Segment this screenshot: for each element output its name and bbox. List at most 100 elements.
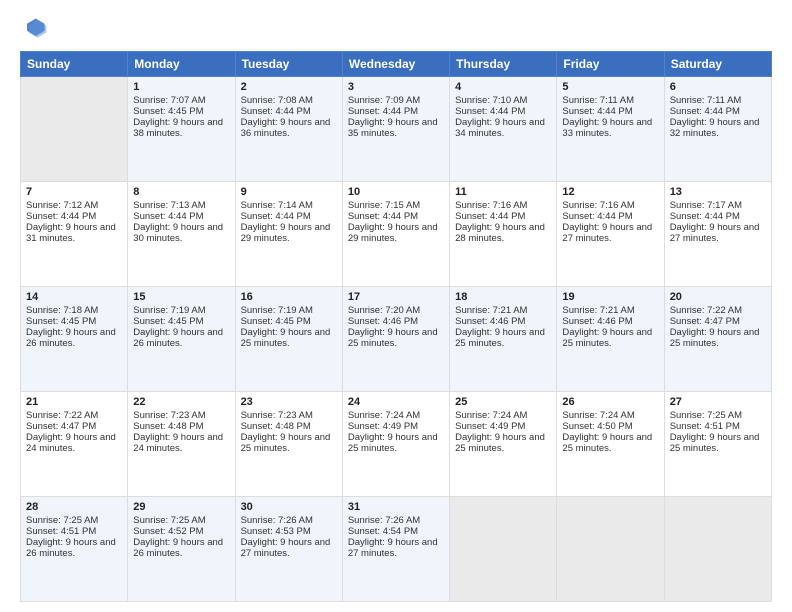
calendar-day-cell: 22Sunrise: 7:23 AMSunset: 4:48 PMDayligh… (128, 392, 235, 497)
sunset-text: Sunset: 4:46 PM (348, 316, 418, 327)
sunset-text: Sunset: 4:44 PM (562, 211, 632, 222)
daylight-text: Daylight: 9 hours and 30 minutes. (133, 222, 223, 244)
calendar-day-cell: 9Sunrise: 7:14 AMSunset: 4:44 PMDaylight… (235, 182, 342, 287)
sunset-text: Sunset: 4:44 PM (133, 211, 203, 222)
calendar-day-cell (21, 77, 128, 182)
daylight-text: Daylight: 9 hours and 25 minutes. (562, 327, 652, 349)
day-number: 1 (133, 81, 229, 93)
sunrise-text: Sunrise: 7:21 AM (455, 305, 527, 316)
calendar-day-cell: 1Sunrise: 7:07 AMSunset: 4:45 PMDaylight… (128, 77, 235, 182)
daylight-text: Daylight: 9 hours and 36 minutes. (241, 117, 331, 139)
sunset-text: Sunset: 4:44 PM (670, 106, 740, 117)
sunrise-text: Sunrise: 7:21 AM (562, 305, 634, 316)
day-number: 31 (348, 501, 444, 513)
sunrise-text: Sunrise: 7:22 AM (26, 410, 98, 421)
weekday-header: Friday (557, 52, 664, 77)
sunset-text: Sunset: 4:44 PM (241, 106, 311, 117)
calendar-day-cell (450, 497, 557, 602)
calendar-week-row: 14Sunrise: 7:18 AMSunset: 4:45 PMDayligh… (21, 287, 772, 392)
sunset-text: Sunset: 4:44 PM (562, 106, 632, 117)
calendar-day-cell: 15Sunrise: 7:19 AMSunset: 4:45 PMDayligh… (128, 287, 235, 392)
weekday-header: Wednesday (342, 52, 449, 77)
logo (20, 15, 50, 43)
daylight-text: Daylight: 9 hours and 25 minutes. (670, 432, 760, 454)
calendar-day-cell: 18Sunrise: 7:21 AMSunset: 4:46 PMDayligh… (450, 287, 557, 392)
daylight-text: Daylight: 9 hours and 26 minutes. (133, 327, 223, 349)
calendar-week-row: 21Sunrise: 7:22 AMSunset: 4:47 PMDayligh… (21, 392, 772, 497)
calendar-day-cell: 19 Sunrise: 7:21 AMSunset: 4:46 PMDayligh… (557, 287, 664, 392)
sunrise-text: Sunrise: 7:19 AM (241, 305, 313, 316)
sunset-text: Sunset: 4:45 PM (241, 316, 311, 327)
daylight-text: Daylight: 9 hours and 27 minutes. (241, 537, 331, 559)
calendar-day-cell: 27Sunrise: 7:25 AMSunset: 4:51 PMDayligh… (664, 392, 771, 497)
sunrise-text: Sunrise: 7:26 AM (348, 515, 420, 526)
day-number: 11 (455, 186, 551, 198)
sunrise-text: Sunrise: 7:24 AM (455, 410, 527, 421)
sunset-text: Sunset: 4:50 PM (562, 421, 632, 432)
day-number: 12 (562, 186, 658, 198)
weekday-header: Monday (128, 52, 235, 77)
calendar-day-cell: 13Sunrise: 7:17 AMSunset: 4:44 PMDayligh… (664, 182, 771, 287)
day-number: 24 (348, 396, 444, 408)
daylight-text: Daylight: 9 hours and 25 minutes. (348, 327, 438, 349)
calendar-header-row: SundayMondayTuesdayWednesdayThursdayFrid… (21, 52, 772, 77)
daylight-text: Daylight: 9 hours and 25 minutes. (241, 327, 331, 349)
day-number: 19 (562, 291, 658, 303)
day-number: 18 (455, 291, 551, 303)
day-number: 29 (133, 501, 229, 513)
sunset-text: Sunset: 4:49 PM (348, 421, 418, 432)
day-number: 6 (670, 81, 766, 93)
calendar-day-cell: 6Sunrise: 7:11 AMSunset: 4:44 PMDaylight… (664, 77, 771, 182)
daylight-text: Daylight: 9 hours and 27 minutes. (670, 222, 760, 244)
day-number: 15 (133, 291, 229, 303)
day-number: 5 (562, 81, 658, 93)
calendar-day-cell: 23 Sunrise: 7:23 AMSunset: 4:48 PMDayligh… (235, 392, 342, 497)
sunrise-text: Sunrise: 7:11 AM (670, 95, 742, 106)
sunset-text: Sunset: 4:45 PM (133, 106, 203, 117)
calendar-day-cell: 10Sunrise: 7:15 AMSunset: 4:44 PMDayligh… (342, 182, 449, 287)
day-number: 3 (348, 81, 444, 93)
weekday-header: Saturday (664, 52, 771, 77)
sunrise-text: Sunrise: 7:10 AM (455, 95, 527, 106)
sunrise-text: Sunrise: 7:16 AM (455, 200, 527, 211)
calendar-day-cell: 14Sunrise: 7:18 AMSunset: 4:45 PMDayligh… (21, 287, 128, 392)
day-number: 23 (241, 396, 337, 408)
sunset-text: Sunset: 4:46 PM (562, 316, 632, 327)
sunrise-text: Sunrise: 7:15 AM (348, 200, 420, 211)
sunset-text: Sunset: 4:47 PM (670, 316, 740, 327)
calendar-day-cell: 7Sunrise: 7:12 AMSunset: 4:44 PMDaylight… (21, 182, 128, 287)
day-number: 7 (26, 186, 122, 198)
day-number: 13 (670, 186, 766, 198)
sunrise-text: Sunrise: 7:23 AM (133, 410, 205, 421)
calendar-week-row: 1Sunrise: 7:07 AMSunset: 4:45 PMDaylight… (21, 77, 772, 182)
calendar-day-cell: 3Sunrise: 7:09 AMSunset: 4:44 PMDaylight… (342, 77, 449, 182)
sunrise-text: Sunrise: 7:11 AM (562, 95, 634, 106)
daylight-text: Daylight: 9 hours and 25 minutes. (241, 432, 331, 454)
weekday-header: Sunday (21, 52, 128, 77)
day-number: 26 (562, 396, 658, 408)
sunrise-text: Sunrise: 7:17 AM (670, 200, 742, 211)
day-number: 4 (455, 81, 551, 93)
day-number: 28 (26, 501, 122, 513)
sunset-text: Sunset: 4:45 PM (133, 316, 203, 327)
sunset-text: Sunset: 4:44 PM (241, 211, 311, 222)
calendar-day-cell: 17Sunrise: 7:20 AMSunset: 4:46 PMDayligh… (342, 287, 449, 392)
calendar-day-cell: 26Sunrise: 7:24 AMSunset: 4:50 PMDayligh… (557, 392, 664, 497)
sunrise-text: Sunrise: 7:09 AM (348, 95, 420, 106)
calendar-day-cell: 30Sunrise: 7:26 AMSunset: 4:53 PMDayligh… (235, 497, 342, 602)
calendar-day-cell: 25Sunrise: 7:24 AMSunset: 4:49 PMDayligh… (450, 392, 557, 497)
daylight-text: Daylight: 9 hours and 33 minutes. (562, 117, 652, 139)
sunrise-text: Sunrise: 7:22 AM (670, 305, 742, 316)
daylight-text: Daylight: 9 hours and 35 minutes. (348, 117, 438, 139)
sunset-text: Sunset: 4:48 PM (241, 421, 311, 432)
daylight-text: Daylight: 9 hours and 28 minutes. (455, 222, 545, 244)
daylight-text: Daylight: 9 hours and 24 minutes. (133, 432, 223, 454)
sunrise-text: Sunrise: 7:25 AM (26, 515, 98, 526)
daylight-text: Daylight: 9 hours and 25 minutes. (562, 432, 652, 454)
daylight-text: Daylight: 9 hours and 25 minutes. (670, 327, 760, 349)
sunset-text: Sunset: 4:48 PM (133, 421, 203, 432)
sunrise-text: Sunrise: 7:23 AM (241, 410, 313, 421)
sunrise-text: Sunrise: 7:25 AM (670, 410, 742, 421)
daylight-text: Daylight: 9 hours and 26 minutes. (26, 537, 116, 559)
daylight-text: Daylight: 9 hours and 29 minutes. (241, 222, 331, 244)
